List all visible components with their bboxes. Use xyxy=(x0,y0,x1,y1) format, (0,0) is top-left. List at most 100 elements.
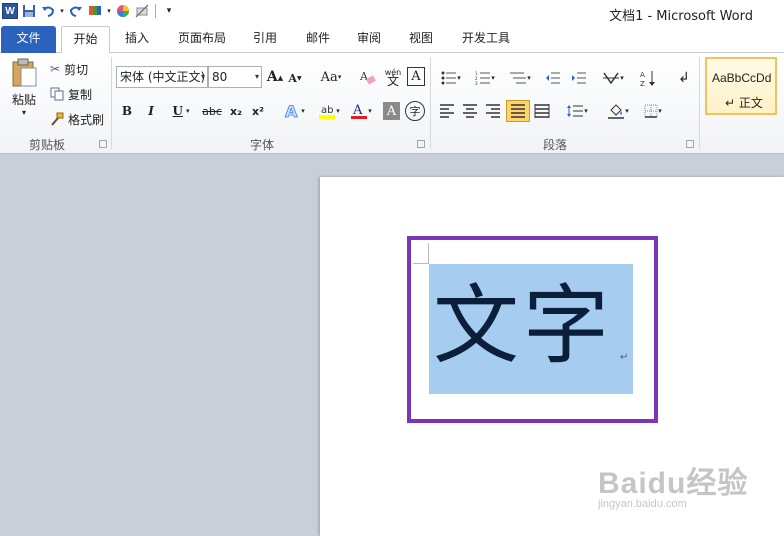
paint-bucket-icon xyxy=(608,104,625,119)
show-marks-button[interactable]: ↲ xyxy=(674,67,694,89)
font-size-combo[interactable]: 80 ▾ xyxy=(208,66,262,88)
format-dropdown-icon[interactable]: ▾ xyxy=(106,3,112,19)
tab-references[interactable]: 引用 xyxy=(246,26,284,53)
subscript-button[interactable]: x₂ xyxy=(227,101,245,121)
phonetic-guide-button[interactable]: wén 文 xyxy=(381,65,405,89)
align-right-button[interactable] xyxy=(483,101,503,121)
highlight-dropdown-icon[interactable]: ▾ xyxy=(334,103,342,119)
change-case-button[interactable]: Aa ▾ xyxy=(317,67,345,87)
tab-file[interactable]: 文件 xyxy=(1,26,56,53)
copy-button[interactable]: 复制 xyxy=(50,85,92,103)
tab-page-layout[interactable]: 页面布局 xyxy=(172,26,232,53)
text-effects-button[interactable]: A ▾ xyxy=(280,100,308,122)
undo-icon[interactable] xyxy=(40,3,56,19)
shading-button[interactable]: ▾ xyxy=(603,100,633,122)
multilevel-list-button[interactable]: ▾ xyxy=(505,68,535,88)
group-divider xyxy=(111,57,112,149)
paragraph-group-label: 段落 xyxy=(542,138,567,152)
redo-icon[interactable] xyxy=(68,3,84,19)
group-divider xyxy=(699,57,700,149)
color-wheel-icon[interactable] xyxy=(115,3,131,19)
line-spacing-icon xyxy=(567,105,584,117)
paste-label: 粘贴 xyxy=(11,92,36,107)
enclose-characters-button[interactable]: 字 xyxy=(405,101,425,121)
svg-text:A: A xyxy=(352,103,363,118)
title-bar: W ▾ ▾ ▾ 文档1 - Microsoft Word xyxy=(0,0,784,26)
tab-insert[interactable]: 插入 xyxy=(118,26,156,53)
chevron-down-icon: ▾ xyxy=(625,107,629,115)
character-border-button[interactable]: A xyxy=(407,67,425,86)
chevron-down-icon: ▾ xyxy=(620,74,624,82)
format-painter-icon[interactable] xyxy=(87,3,103,19)
distributed-button[interactable] xyxy=(532,101,552,121)
chinese-layout-icon xyxy=(603,72,620,85)
sort-button[interactable]: AZ xyxy=(638,67,660,89)
paintbrush-icon xyxy=(51,112,64,126)
chevron-down-icon: ▾ xyxy=(200,72,205,81)
svg-text:A: A xyxy=(285,102,298,120)
font-launcher-icon[interactable] xyxy=(417,140,425,148)
customize-icon[interactable]: ▾ xyxy=(161,3,177,19)
clipboard-group-label: 剪贴板 xyxy=(28,138,65,152)
phonetic-char: 文 xyxy=(386,74,399,88)
svg-text:Z: Z xyxy=(640,80,645,87)
font-name-combo[interactable]: 宋体 (中文正文) ▾ xyxy=(116,66,208,88)
italic-button[interactable]: I xyxy=(142,101,160,121)
tab-developer[interactable]: 开发工具 xyxy=(456,26,516,53)
borders-button[interactable]: ▾ xyxy=(639,101,667,121)
font-name-value: 宋体 (中文正文) xyxy=(120,70,206,84)
paragraph-launcher-icon[interactable] xyxy=(686,140,694,148)
grow-font-button[interactable]: A ▲ xyxy=(266,67,284,87)
align-left-button[interactable] xyxy=(437,101,457,121)
distributed-icon xyxy=(534,104,550,118)
character-shading-button[interactable]: A xyxy=(383,102,400,120)
superscript-button[interactable]: x² xyxy=(249,101,267,121)
increase-indent-button[interactable] xyxy=(569,68,589,88)
strikethrough-button[interactable]: abc xyxy=(201,101,223,121)
line-spacing-button[interactable]: ▾ xyxy=(563,101,591,121)
bold-button[interactable]: B xyxy=(118,101,136,121)
word-logo-icon[interactable]: W xyxy=(2,3,18,19)
clipboard-launcher-icon[interactable] xyxy=(99,140,107,148)
cut-button[interactable]: ✂ 剪切 xyxy=(50,60,88,78)
underline-button[interactable]: U ▾ xyxy=(167,101,195,121)
qat-separator xyxy=(155,4,156,18)
text-effects-icon: A xyxy=(285,102,299,120)
svg-text:ab: ab xyxy=(321,105,333,116)
clear-icon[interactable] xyxy=(134,3,150,19)
group-divider xyxy=(430,57,431,149)
font-group-label: 字体 xyxy=(249,138,274,152)
save-icon[interactable] xyxy=(21,3,37,19)
chevron-down-icon: ▾ xyxy=(368,107,372,115)
format-painter-button[interactable]: 格式刷 xyxy=(50,110,104,128)
increase-indent-icon xyxy=(572,72,586,84)
style-normal[interactable]: AaBbCcDd ↵ 正文 xyxy=(705,57,777,115)
bullets-button[interactable]: ▾ xyxy=(437,68,465,88)
watermark-brand: Baidu经验 xyxy=(598,467,749,500)
chevron-down-icon: ▾ xyxy=(658,107,662,115)
undo-dropdown-icon[interactable]: ▾ xyxy=(59,3,65,19)
paste-button[interactable]: 粘贴 ▾ xyxy=(6,57,42,117)
shrink-font-button[interactable]: A ▼ xyxy=(287,69,303,87)
svg-text:A: A xyxy=(640,71,645,79)
document-text[interactable]: 文字 xyxy=(433,266,613,386)
copy-icon xyxy=(50,87,64,101)
decrease-indent-button[interactable] xyxy=(543,68,563,88)
align-center-button[interactable] xyxy=(460,101,480,121)
font-color-button[interactable]: A ▾ xyxy=(346,100,376,122)
paste-dropdown-icon[interactable]: ▾ xyxy=(22,108,26,117)
tab-review[interactable]: 审阅 xyxy=(350,26,388,53)
clear-formatting-icon: A xyxy=(359,70,376,85)
style-normal-label: ↵ 正文 xyxy=(725,96,763,110)
svg-text:3: 3 xyxy=(475,81,478,85)
numbering-button[interactable]: 123 ▾ xyxy=(471,68,499,88)
chinese-layout-button[interactable]: ▾ xyxy=(598,68,628,88)
justify-button[interactable] xyxy=(506,100,530,122)
tab-view[interactable]: 视图 xyxy=(402,26,440,53)
underline-label: U xyxy=(172,104,183,118)
clear-formatting-button[interactable]: A xyxy=(358,66,378,88)
tab-mailings[interactable]: 邮件 xyxy=(299,26,337,53)
tab-home[interactable]: 开始 xyxy=(61,26,110,54)
format-painter-label: 格式刷 xyxy=(68,112,105,127)
chevron-down-icon: ▾ xyxy=(491,74,495,82)
